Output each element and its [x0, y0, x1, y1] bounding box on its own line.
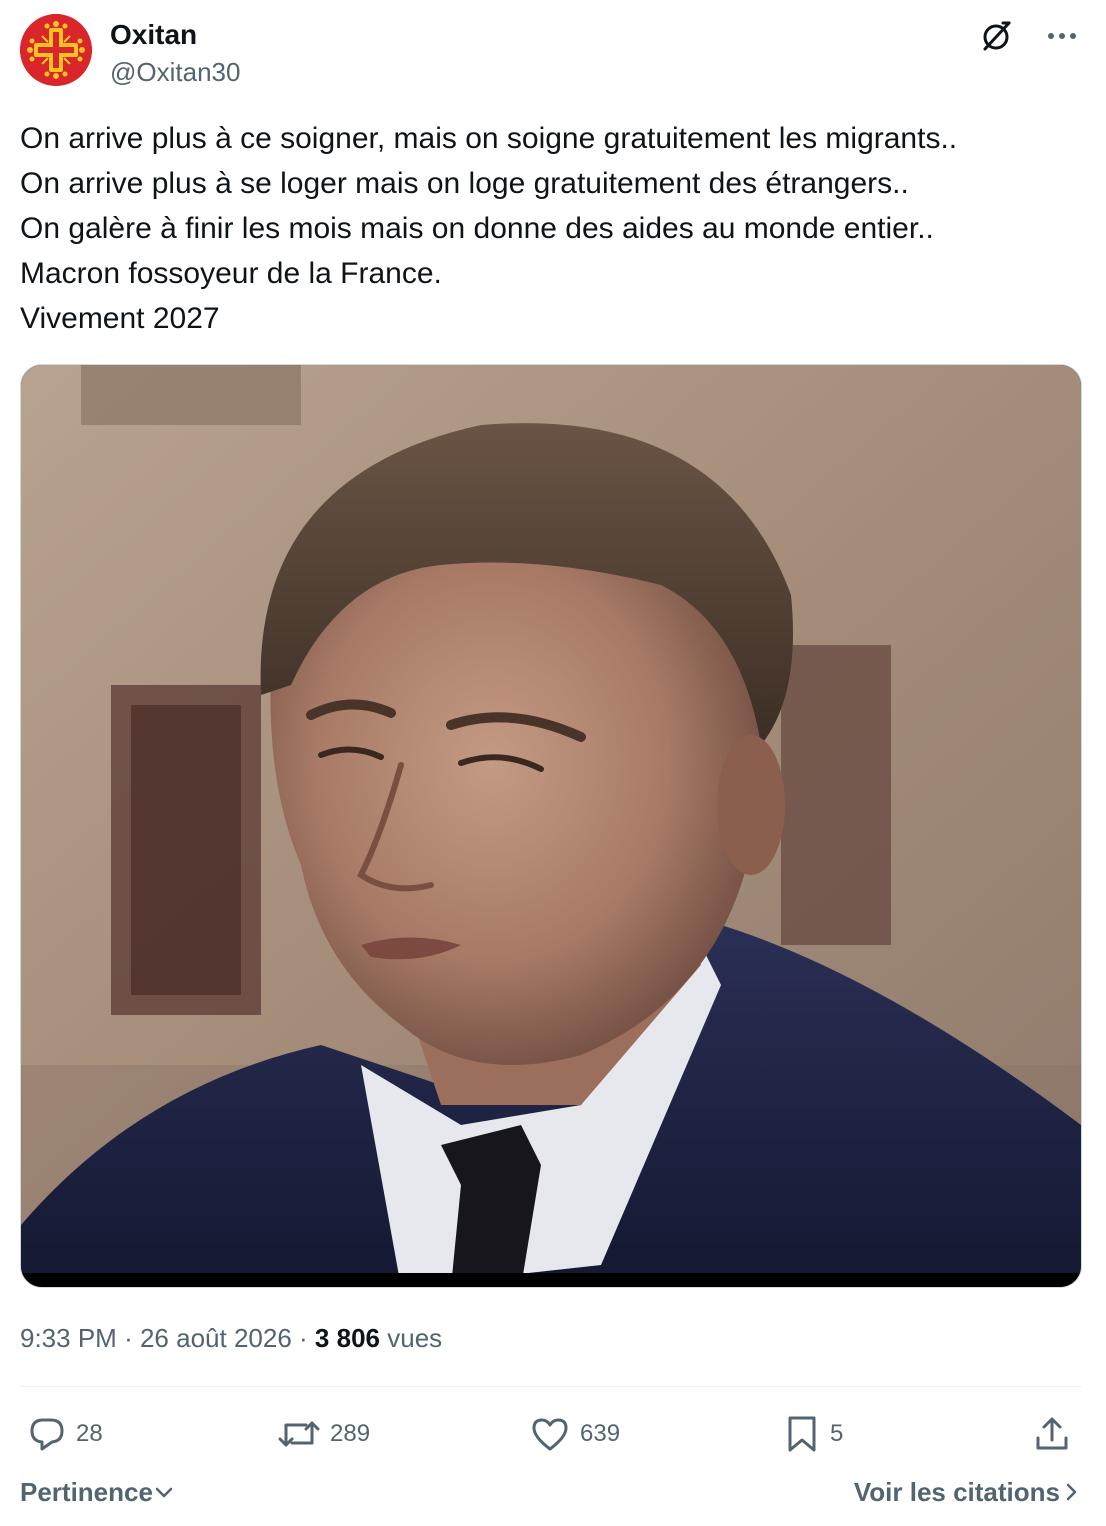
views-count: 3 806	[314, 1323, 380, 1353]
bookmark-button[interactable]: 5	[784, 1408, 843, 1460]
tweet-time[interactable]: 9:33 PM	[20, 1323, 117, 1353]
reply-count: 28	[76, 1420, 103, 1447]
tweet-date[interactable]: 26 août 2026	[140, 1323, 292, 1353]
tweet-line: Macron fossoyeur de la France.	[20, 257, 442, 290]
occitan-cross-icon	[20, 14, 92, 86]
tweet-text: On arrive plus à ce soigner, mais on soi…	[20, 116, 1086, 341]
tweet-meta: 9:33 PM · 26 août 2026 · 3 806 vues	[20, 1320, 442, 1356]
divider	[20, 1386, 1082, 1387]
bookmark-count: 5	[830, 1420, 844, 1447]
tweet-line: On arrive plus à se loger mais on loge g…	[20, 167, 909, 200]
repost-icon	[278, 1421, 320, 1447]
tweet-line: Vivement 2027	[20, 302, 220, 335]
more-options-icon[interactable]	[1042, 16, 1082, 56]
tweet-line: On galère à finir les mois mais on donne…	[20, 212, 934, 245]
view-quotes-label: Voir les citations	[853, 1477, 1060, 1507]
chevron-down-icon	[155, 1487, 173, 1498]
bookmark-icon	[788, 1416, 816, 1452]
meta-separator: ·	[299, 1323, 308, 1353]
chevron-right-icon	[1066, 1483, 1077, 1501]
repost-count: 289	[330, 1420, 371, 1447]
reply-icon	[30, 1418, 64, 1451]
share-icon	[1036, 1417, 1068, 1450]
view-quotes-link[interactable]: Voir les citations	[854, 1472, 1082, 1512]
repost-button[interactable]: 289	[278, 1408, 370, 1460]
like-count: 639	[580, 1420, 621, 1447]
grok-icon[interactable]	[976, 16, 1016, 56]
author-handle[interactable]: @Oxitan30	[110, 56, 240, 88]
action-bar: 28 289 639 5	[20, 1408, 1082, 1460]
replies-footer: Pertinence Voir les citations	[20, 1472, 1082, 1512]
tweet-header: Oxitan @Oxitan30	[20, 14, 1086, 94]
views-label: vues	[387, 1323, 443, 1353]
heart-icon	[532, 1418, 568, 1451]
sort-dropdown[interactable]: Pertinence	[20, 1472, 175, 1512]
tweet-photo[interactable]	[20, 364, 1082, 1288]
like-button[interactable]: 639	[530, 1408, 620, 1460]
meta-separator: ·	[124, 1323, 133, 1353]
share-button[interactable]	[1032, 1408, 1072, 1460]
sort-label: Pertinence	[20, 1477, 153, 1507]
reply-button[interactable]: 28	[28, 1408, 103, 1460]
tweet-line: On arrive plus à ce soigner, mais on soi…	[20, 122, 958, 155]
author-name[interactable]: Oxitan	[110, 18, 197, 52]
avatar[interactable]	[20, 14, 92, 86]
